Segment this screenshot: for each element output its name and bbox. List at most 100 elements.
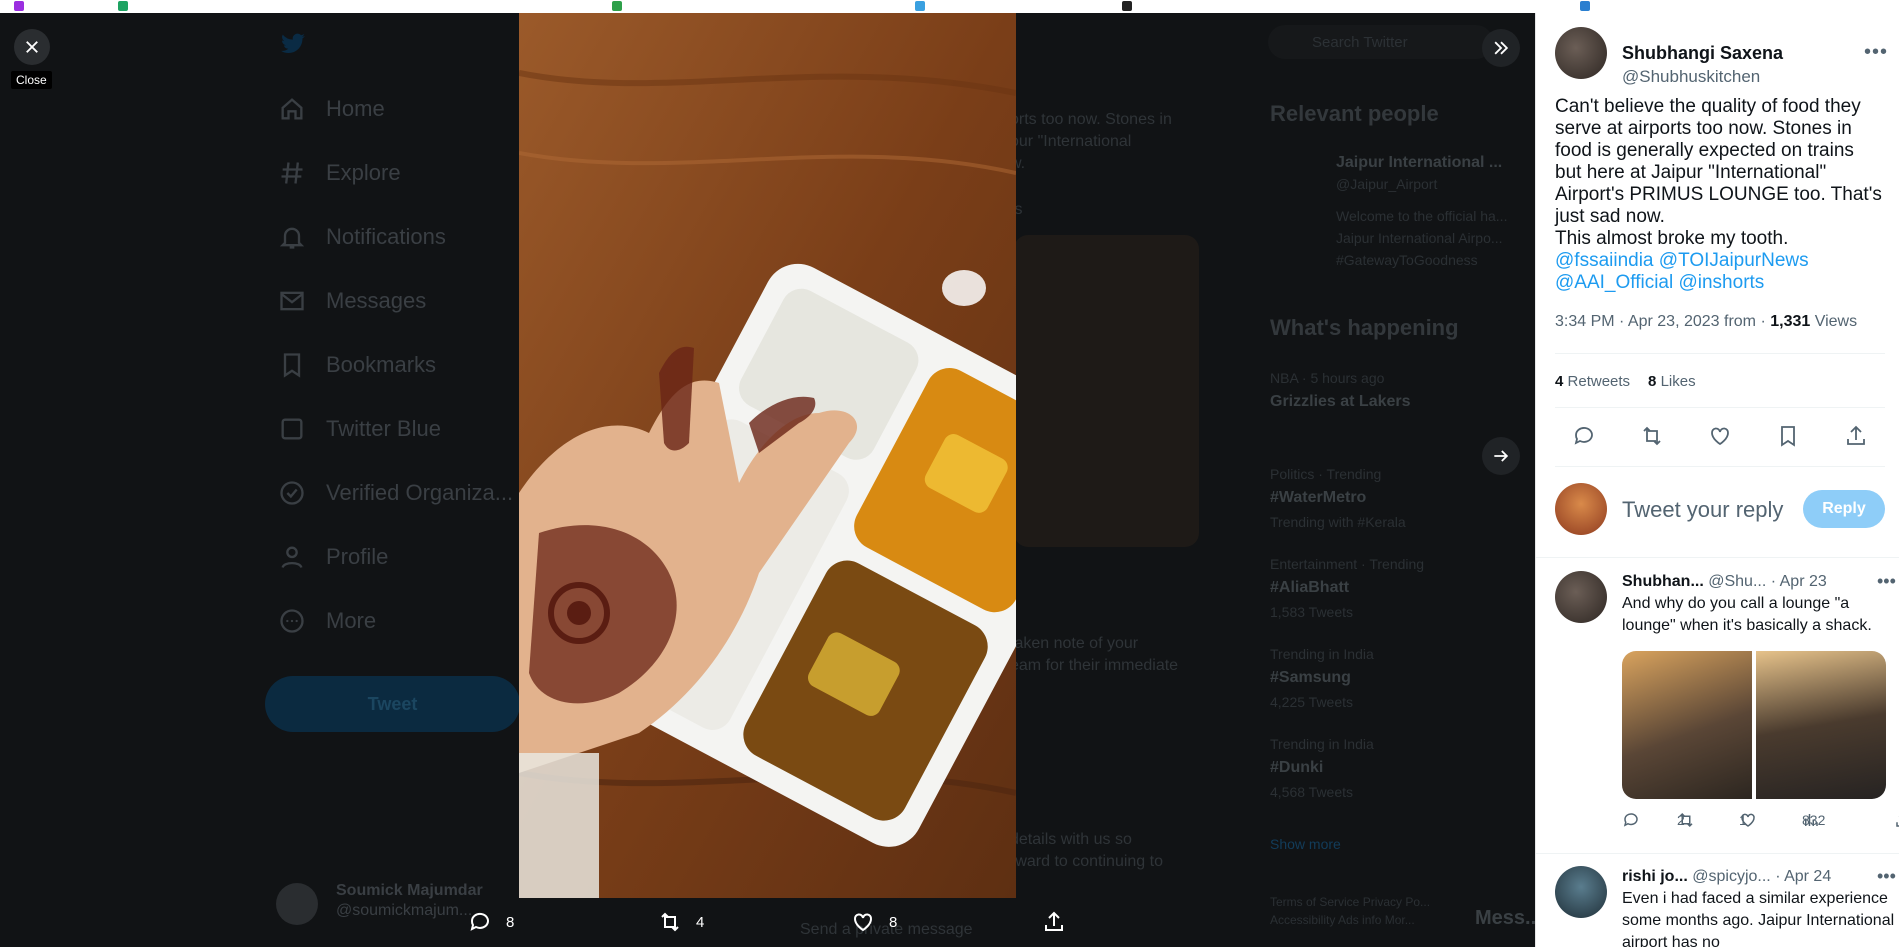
reply-icon[interactable]: [1572, 424, 1596, 448]
more-options-icon[interactable]: •••: [1877, 571, 1896, 592]
heart-icon: [854, 913, 872, 932]
trend-context: Entertainment · Trending: [1270, 556, 1425, 572]
more-options-icon[interactable]: •••: [1877, 866, 1896, 887]
home-icon: [281, 98, 303, 120]
trend-title[interactable]: #WaterMetro: [1270, 489, 1366, 507]
tweet-time[interactable]: 3:34 PM · Apr 23, 2023 from: [1555, 313, 1756, 330]
footer-links[interactable]: Terms of Service Privacy Po... Accessibi…: [1270, 893, 1470, 929]
divider: [1555, 466, 1885, 467]
reply-text: Even i had faced a similar experience so…: [1622, 890, 1895, 947]
reply-retweet-count: 2: [1677, 812, 1685, 828]
timeline-snippet: details with us so: [1010, 831, 1132, 848]
reply-views-count: 832: [1802, 812, 1826, 828]
more-options-icon[interactable]: •••: [1864, 41, 1888, 64]
nav-profile[interactable]: Profile: [278, 543, 388, 571]
reply-views-button[interactable]: 832: [1802, 811, 1825, 829]
like-button[interactable]: 8: [851, 910, 897, 934]
nav-label: Notifications: [326, 224, 446, 249]
trend-title[interactable]: #Dunki: [1270, 759, 1323, 777]
tweet-media-image[interactable]: [519, 13, 1016, 898]
reply-tweet[interactable]: rishi jo... @spicyjo... · Apr 24 ••• Eve…: [1555, 866, 1899, 947]
close-button[interactable]: [14, 29, 50, 65]
reply-author-name[interactable]: rishi jo...: [1622, 868, 1688, 885]
twitter-logo-icon[interactable]: [278, 31, 308, 57]
verified-icon: [280, 481, 304, 505]
bookmark-favicon[interactable]: [915, 1, 925, 11]
bookmark-favicon[interactable]: [1580, 1, 1590, 11]
next-image-button[interactable]: [1482, 437, 1520, 475]
trend-title[interactable]: #AliaBhatt: [1270, 579, 1349, 597]
nav-messages[interactable]: Messages: [278, 287, 426, 315]
reply-tweet[interactable]: Shubhan... @Shu... · Apr 23 ••• And why …: [1555, 571, 1899, 841]
expand-panel-button[interactable]: [1482, 29, 1520, 67]
reply-date[interactable]: · Apr 23: [1771, 573, 1827, 590]
likes-stat[interactable]: 8 Likes: [1648, 373, 1696, 390]
reply-like-count: 1: [1739, 812, 1747, 828]
close-tooltip: Close: [11, 71, 52, 89]
trend-count: Trending with #Kerala: [1270, 514, 1406, 530]
more-circle-icon: [280, 609, 304, 633]
lounge-photo[interactable]: [1622, 651, 1752, 799]
account-switcher[interactable]: Soumick Majumdar @soumickmajum...: [276, 881, 483, 925]
messages-drawer[interactable]: Mess...: [1475, 907, 1535, 930]
hashtag-icon: [281, 162, 303, 184]
reply-like-button[interactable]: 1: [1739, 811, 1757, 829]
nav-more[interactable]: More: [278, 607, 376, 635]
reply-header: rishi jo... @spicyjo... · Apr 24: [1622, 868, 1831, 886]
share-icon[interactable]: [1844, 424, 1868, 448]
retweet-icon: [661, 912, 679, 932]
reply-retweet-button[interactable]: 2: [1677, 811, 1695, 829]
show-more-link[interactable]: Show more: [1270, 836, 1341, 852]
retweet-icon[interactable]: [1640, 424, 1664, 448]
nav-bookmarks[interactable]: Bookmarks: [278, 351, 436, 379]
bell-icon: [279, 227, 305, 249]
views-count: 1,331: [1770, 313, 1811, 330]
bookmark-favicon[interactable]: [14, 1, 24, 11]
nav-notifications[interactable]: Notifications: [278, 223, 446, 251]
browser-bookmarks-strip: [0, 0, 1899, 13]
reply-input[interactable]: Tweet your reply: [1622, 497, 1783, 523]
lounge-photo[interactable]: [1756, 651, 1886, 799]
reply-date[interactable]: · Apr 24: [1775, 868, 1831, 885]
divider: [1555, 407, 1885, 408]
likes-label: Likes: [1660, 373, 1696, 390]
likes-count: 8: [1648, 373, 1657, 390]
retweet-button[interactable]: 4: [658, 910, 704, 934]
nav-home[interactable]: Home: [278, 95, 385, 123]
trend-title[interactable]: #Samsung: [1270, 669, 1351, 687]
retweets-label: Retweets: [1567, 373, 1631, 390]
tweet-actions: [1555, 424, 1885, 448]
reply-share-button[interactable]: [1894, 811, 1899, 829]
views-label: Views: [1814, 313, 1858, 330]
avatar[interactable]: [1555, 27, 1607, 79]
trend-context: Trending in India: [1270, 646, 1374, 662]
share-button[interactable]: [1042, 910, 1066, 934]
reply-reply-button[interactable]: [1622, 811, 1640, 829]
avatar[interactable]: [1555, 571, 1607, 623]
tweet-author[interactable]: Shubhangi Saxena @Shubhuskitchen •••: [1555, 27, 1888, 86]
bookmark-favicon[interactable]: [612, 1, 622, 11]
reply-button[interactable]: Reply: [1803, 490, 1885, 528]
bookmark-favicon[interactable]: [1122, 1, 1132, 11]
nav-label: Twitter Blue: [326, 416, 441, 441]
bookmark-favicon[interactable]: [118, 1, 128, 11]
reply-media[interactable]: [1622, 651, 1886, 799]
tweet-button[interactable]: Tweet: [265, 676, 520, 732]
author-name[interactable]: Shubhangi Saxena: [1622, 43, 1783, 64]
relevant-person-name[interactable]: Jaipur International ...: [1336, 154, 1502, 172]
bookmark-icon[interactable]: [1776, 424, 1800, 448]
mentions-line[interactable]: @AAI_Official @inshorts: [1555, 272, 1764, 293]
avatar[interactable]: [1555, 866, 1607, 918]
nav-verified-organizations[interactable]: Verified Organiza...: [278, 479, 513, 507]
mentions-line[interactable]: @fssaiindia @TOIJaipurNews: [1555, 250, 1809, 271]
reply-author-name[interactable]: Shubhan...: [1622, 573, 1704, 590]
trend-title[interactable]: Grizzlies at Lakers: [1270, 393, 1411, 411]
envelope-icon: [280, 291, 304, 311]
timeline-snippet: eam for their immediate: [1010, 657, 1179, 674]
tweet-body: Can't believe the quality of food they s…: [1555, 96, 1882, 249]
heart-icon[interactable]: [1708, 424, 1732, 448]
nav-twitter-blue[interactable]: Twitter Blue: [278, 415, 441, 443]
retweets-stat[interactable]: 4 Retweets: [1555, 373, 1630, 390]
reply-button[interactable]: 8: [468, 910, 514, 934]
nav-explore[interactable]: Explore: [278, 159, 401, 187]
